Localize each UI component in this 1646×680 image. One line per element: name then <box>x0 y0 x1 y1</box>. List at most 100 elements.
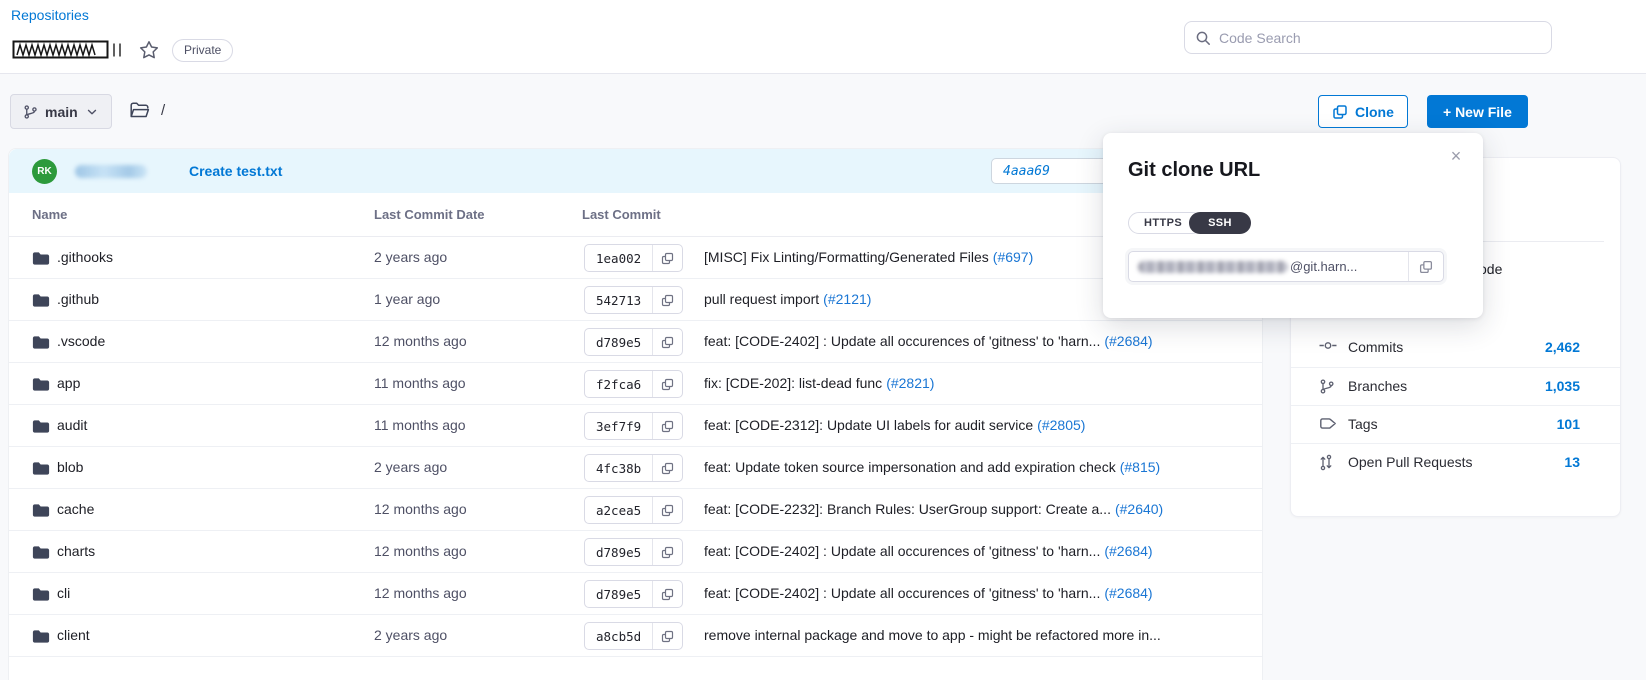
table-row[interactable]: audit 11 months ago 3ef7f9 feat: [CODE-2… <box>9 405 1262 447</box>
file-name: audit <box>57 417 87 433</box>
pr-link[interactable]: (#2805) <box>1037 417 1085 433</box>
copy-sha-button[interactable] <box>652 287 682 313</box>
commit-sha-chip: 542713 <box>584 286 683 314</box>
folder-icon <box>32 251 50 266</box>
breadcrumb-repositories[interactable]: Repositories <box>11 7 89 23</box>
commit-sha: a2cea5 <box>585 497 652 523</box>
latest-commit-link[interactable]: Create test.txt <box>189 163 282 179</box>
table-row[interactable]: charts 12 months ago d789e5 feat: [CODE-… <box>9 531 1262 573</box>
clone-icon <box>1332 104 1348 120</box>
stat-value: 1,035 <box>1545 378 1580 394</box>
file-name: blob <box>57 459 83 475</box>
pr-link[interactable]: (#697) <box>993 249 1033 265</box>
commit-sha: 1ea002 <box>585 245 652 271</box>
folder-icon <box>32 587 50 602</box>
file-name: cli <box>57 585 70 601</box>
commit-message: feat: [CODE-2312]: Update UI labels for … <box>704 417 1085 433</box>
stat-row[interactable]: Tags 101 <box>1291 405 1620 443</box>
pr-link[interactable]: (#2640) <box>1115 501 1163 517</box>
copy-sha-button[interactable] <box>652 539 682 565</box>
commit-message: feat: Update token source impersonation … <box>704 459 1160 475</box>
file-name: cache <box>57 501 94 517</box>
copy-sha-button[interactable] <box>652 245 682 271</box>
commit-sha: d789e5 <box>585 581 652 607</box>
pr-link[interactable]: (#2684) <box>1104 543 1152 559</box>
pr-link[interactable]: (#2121) <box>823 291 871 307</box>
folder-open-icon <box>129 101 150 120</box>
avatar: RK <box>32 159 57 184</box>
folder-icon <box>32 503 50 518</box>
last-commit-date: 12 months ago <box>374 333 467 349</box>
clone-button[interactable]: Clone <box>1318 95 1408 128</box>
last-commit-date: 11 months ago <box>374 375 466 391</box>
commit-message-text: remove internal package and move to app … <box>704 627 1161 643</box>
pr-link[interactable]: (#2821) <box>886 375 934 391</box>
copy-sha-button[interactable] <box>652 413 682 439</box>
copy-sha-button[interactable] <box>652 455 682 481</box>
pr-link[interactable]: (#2684) <box>1104 333 1152 349</box>
commit-message-text: feat: [CODE-2402] : Update all occurence… <box>704 543 1100 559</box>
clone-url-suffix: @git.harn... <box>1290 259 1357 274</box>
stat-row[interactable]: Branches 1,035 <box>1291 367 1620 405</box>
file-table-rows: .githooks 2 years ago 1ea002 [MISC] Fix … <box>9 237 1262 657</box>
table-row[interactable]: client 2 years ago a8cb5d remove interna… <box>9 615 1262 657</box>
table-header-row: Name Last Commit Date Last Commit <box>9 193 1262 237</box>
copy-sha-button[interactable] <box>652 623 682 649</box>
copy-url-button[interactable] <box>1408 252 1443 281</box>
clone-url-text: @git.harn... <box>1129 252 1408 281</box>
close-icon[interactable]: × <box>1445 145 1467 167</box>
table-row[interactable]: .githooks 2 years ago 1ea002 [MISC] Fix … <box>9 237 1262 279</box>
private-badge: Private <box>172 39 233 62</box>
new-file-button[interactable]: + New File <box>1427 95 1528 128</box>
clone-url-field[interactable]: @git.harn... <box>1128 251 1444 282</box>
copy-sha-button[interactable] <box>652 329 682 355</box>
file-table-card: RK Create test.txt 4aaa69 Name Last Comm… <box>8 148 1263 680</box>
redacted-username <box>75 165 147 178</box>
commit-icon <box>1319 339 1337 357</box>
folder-icon <box>32 419 50 434</box>
commit-message-text: feat: [CODE-2312]: Update UI labels for … <box>704 417 1033 433</box>
commit-sha: d789e5 <box>585 539 652 565</box>
last-commit-date: 2 years ago <box>374 459 447 475</box>
stat-value: 13 <box>1564 454 1580 470</box>
commit-sha: 4fc38b <box>585 455 652 481</box>
favorite-star-icon[interactable] <box>136 37 162 63</box>
col-header-commit: Last Commit <box>582 207 661 222</box>
table-row[interactable]: cli 12 months ago d789e5 feat: [CODE-240… <box>9 573 1262 615</box>
copy-sha-button[interactable] <box>652 497 682 523</box>
copy-sha-button[interactable] <box>652 371 682 397</box>
stat-label: Open Pull Requests <box>1348 454 1473 470</box>
table-row[interactable]: app 11 months ago f2fca6 fix: [CDE-202]:… <box>9 363 1262 405</box>
commit-message: [MISC] Fix Linting/Formatting/Generated … <box>704 249 1033 265</box>
stat-label: Tags <box>1348 416 1378 432</box>
commit-sha-chip: 3ef7f9 <box>584 412 683 440</box>
commit-sha: f2fca6 <box>585 371 652 397</box>
pr-link[interactable]: (#2684) <box>1104 585 1152 601</box>
copy-sha-button[interactable] <box>652 581 682 607</box>
commit-message-text: feat: [CODE-2402] : Update all occurence… <box>704 333 1100 349</box>
commit-message: remove internal package and move to app … <box>704 627 1161 643</box>
last-commit-date: 12 months ago <box>374 543 467 559</box>
table-row[interactable]: cache 12 months ago a2cea5 feat: [CODE-2… <box>9 489 1262 531</box>
commit-sha: 3ef7f9 <box>585 413 652 439</box>
folder-icon <box>32 461 50 476</box>
table-row[interactable]: .vscode 12 months ago d789e5 feat: [CODE… <box>9 321 1262 363</box>
search-input[interactable] <box>1219 30 1541 46</box>
commit-sha: d789e5 <box>585 329 652 355</box>
stat-label: Branches <box>1348 378 1407 394</box>
code-search[interactable] <box>1184 21 1552 54</box>
col-header-date: Last Commit Date <box>374 207 485 222</box>
last-commit-date: 2 years ago <box>374 627 447 643</box>
branch-selector[interactable]: main <box>10 94 112 129</box>
latest-commit-banner: RK Create test.txt 4aaa69 <box>9 149 1262 193</box>
pull-request-icon <box>1319 454 1337 472</box>
pr-link[interactable]: (#815) <box>1120 459 1160 475</box>
toggle-ssh[interactable]: SSH <box>1189 212 1251 234</box>
table-row[interactable]: .github 1 year ago 542713 pull request i… <box>9 279 1262 321</box>
stat-row[interactable]: Open Pull Requests 13 <box>1291 443 1620 481</box>
git-clone-popover: × Git clone URL HTTPS SSH @git.harn... <box>1103 133 1483 318</box>
table-row[interactable]: blob 2 years ago 4fc38b feat: Update tok… <box>9 447 1262 489</box>
stat-row[interactable]: Commits 2,462 <box>1291 329 1620 367</box>
folder-icon <box>32 545 50 560</box>
commit-sha: 542713 <box>585 287 652 313</box>
